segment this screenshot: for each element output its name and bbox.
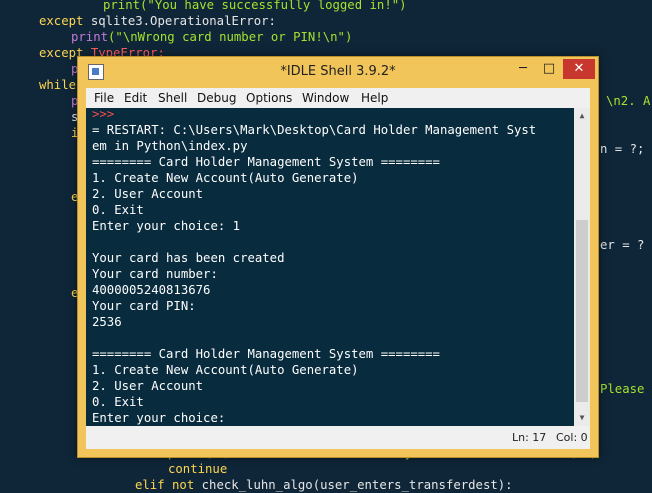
menu-bar: File Edit Shell Debug Options Window Hel… (86, 88, 590, 108)
code-text: print("You have successfully logged in!"… (103, 0, 407, 12)
shell-line: Your card PIN: (92, 299, 196, 313)
close-button[interactable]: ✕ (563, 59, 595, 79)
shell-line: ======== Card Holder Management System =… (92, 347, 440, 361)
shell-line: 0. Exit (92, 203, 144, 217)
scroll-down-arrow-icon[interactable]: ▼ (574, 410, 590, 426)
menu-help[interactable]: Help (361, 91, 388, 105)
menu-shell[interactable]: Shell (158, 91, 187, 105)
shell-line: Enter your choice: 1 (92, 219, 241, 233)
menu-edit[interactable]: Edit (124, 91, 147, 105)
menu-file[interactable]: File (94, 91, 114, 105)
code-text: sqlite3.OperationalError: (83, 14, 276, 28)
menu-debug[interactable]: Debug (197, 91, 236, 105)
vertical-scrollbar[interactable]: ▲ ▼ (574, 108, 590, 426)
shell-line: 0. Exit (92, 395, 144, 409)
code-text: ("\nWrong card number or PIN!\n") (108, 30, 353, 44)
shell-prompt: >>> (92, 108, 115, 121)
code-line: continue (168, 462, 228, 476)
scrollbar-thumb[interactable] (576, 220, 588, 402)
shell-line: 1. Create New Account(Auto Generate) (92, 363, 359, 377)
code-line: print("You have successfully logged in!"… (103, 0, 407, 13)
shell-line: 4000005240813676 (92, 283, 211, 297)
shell-line: 2. User Account (92, 187, 204, 201)
code-line: Please (600, 382, 645, 396)
shell-line: 2. User Account (92, 379, 204, 393)
minimize-button[interactable]: ─ (510, 59, 536, 79)
shell-line: Your card number: (92, 267, 218, 281)
maximize-button[interactable]: □ (536, 59, 562, 79)
code-line: except sqlite3.OperationalError: (39, 13, 276, 29)
code-line: while (39, 78, 77, 92)
shell-line: em in Python\index.py (92, 139, 248, 153)
idle-shell-window: *IDLE Shell 3.9.2* ─ □ ✕ File Edit Shell… (77, 56, 599, 458)
code-text: print (71, 30, 109, 44)
code-line: er = ? (600, 238, 645, 252)
status-bar: Ln: 17 Col: 0 (86, 426, 590, 449)
shell-output[interactable]: >>> = RESTART: C:\Users\Mark\Desktop\Car… (86, 108, 574, 426)
shell-input-line[interactable]: Enter your choice: (92, 410, 225, 426)
shell-line: 1. Create New Account(Auto Generate) (92, 171, 359, 185)
shell-line: Your card has been created (92, 251, 285, 265)
menu-options[interactable]: Options (246, 91, 292, 105)
shell-line: 2536 (92, 315, 122, 329)
shell-line: = RESTART: C:\Users\Mark\Desktop\Card Ho… (92, 123, 537, 137)
code-line: n = ?; (600, 142, 645, 156)
shell-line: ======== Card Holder Management System =… (92, 155, 440, 169)
code-line: print("\nWrong card number or PIN!\n") (71, 29, 352, 45)
scroll-up-arrow-icon[interactable]: ▲ (574, 108, 590, 124)
title-bar[interactable]: *IDLE Shell 3.9.2* ─ □ ✕ (78, 57, 598, 87)
code-line: elif not check_luhn_algo(user_enters_tra… (135, 477, 513, 493)
code-line: \n2. A (606, 94, 651, 108)
line-number-status: Ln: 17 (512, 431, 547, 444)
code-text: except (39, 14, 84, 28)
menu-window[interactable]: Window (302, 91, 349, 105)
column-number-status: Col: 0 (556, 431, 588, 444)
